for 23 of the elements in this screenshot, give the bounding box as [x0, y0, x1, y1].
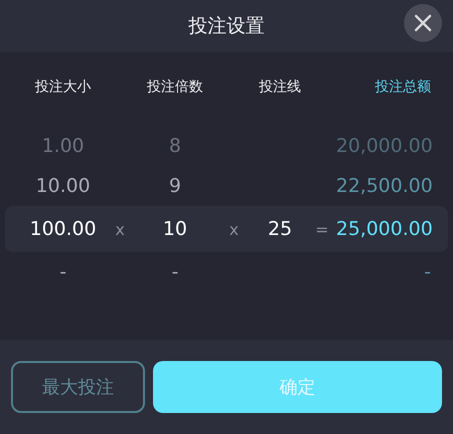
bet-size[interactable]: 10.00 — [20, 175, 106, 197]
column-header: 投注线 — [258, 78, 302, 96]
dialog-title: 投注设置 — [188, 14, 264, 39]
total-bet: 22,500.00 — [336, 175, 433, 197]
total-bet: 20,000.00 — [336, 135, 433, 157]
close-button[interactable] — [404, 4, 442, 42]
multiplier[interactable]: 10 — [134, 218, 216, 240]
operator: x — [228, 220, 240, 238]
total-bet: - — [423, 261, 431, 283]
operator: x — [114, 220, 126, 238]
multiplier[interactable]: 9 — [134, 175, 216, 197]
bet-size[interactable]: - — [20, 261, 106, 283]
close-icon — [414, 14, 432, 32]
total-bet: 25,000.00 — [336, 218, 433, 240]
column-header: 投注总额 — [374, 78, 431, 96]
max-bet-button[interactable]: 最大投注 — [11, 361, 145, 413]
selected-row[interactable]: 100.00 x 10 x 25 = 25,000.00 — [5, 206, 448, 252]
operator: = — [314, 220, 330, 238]
column-header: 投注大小 — [34, 78, 92, 96]
column-header: 投注倍数 — [146, 78, 204, 96]
bet-lines[interactable]: 25 — [252, 218, 308, 240]
bet-size[interactable]: 100.00 — [20, 218, 106, 240]
multiplier[interactable]: - — [134, 261, 216, 283]
